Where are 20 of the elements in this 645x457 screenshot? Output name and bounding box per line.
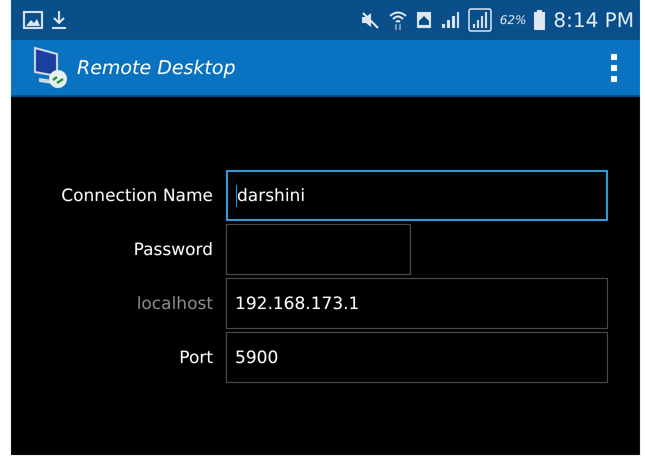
mute-icon xyxy=(360,10,380,30)
field-label: Connection Name xyxy=(60,186,214,206)
field-label: Password xyxy=(132,240,214,260)
clock: 8:14 PM xyxy=(553,8,634,32)
overflow-menu-icon[interactable] xyxy=(610,52,618,82)
input-field[interactable] xyxy=(226,224,411,275)
image-icon xyxy=(23,11,43,29)
app-title: Remote Desktop xyxy=(77,56,236,78)
download-icon xyxy=(51,10,67,30)
input-field[interactable]: 192.168.173.1 xyxy=(226,278,608,329)
input-field[interactable]: darshini xyxy=(226,170,608,221)
home-icon xyxy=(416,11,432,29)
battery-icon xyxy=(534,10,546,30)
battery-percent: 62% xyxy=(500,13,526,27)
wifi-icon xyxy=(388,9,408,31)
signal-icon xyxy=(468,8,492,32)
signal-icon xyxy=(440,11,460,29)
field-label: Port xyxy=(178,348,214,368)
input-field[interactable]: 5900 xyxy=(226,332,608,383)
field-label: localhost xyxy=(136,294,214,314)
